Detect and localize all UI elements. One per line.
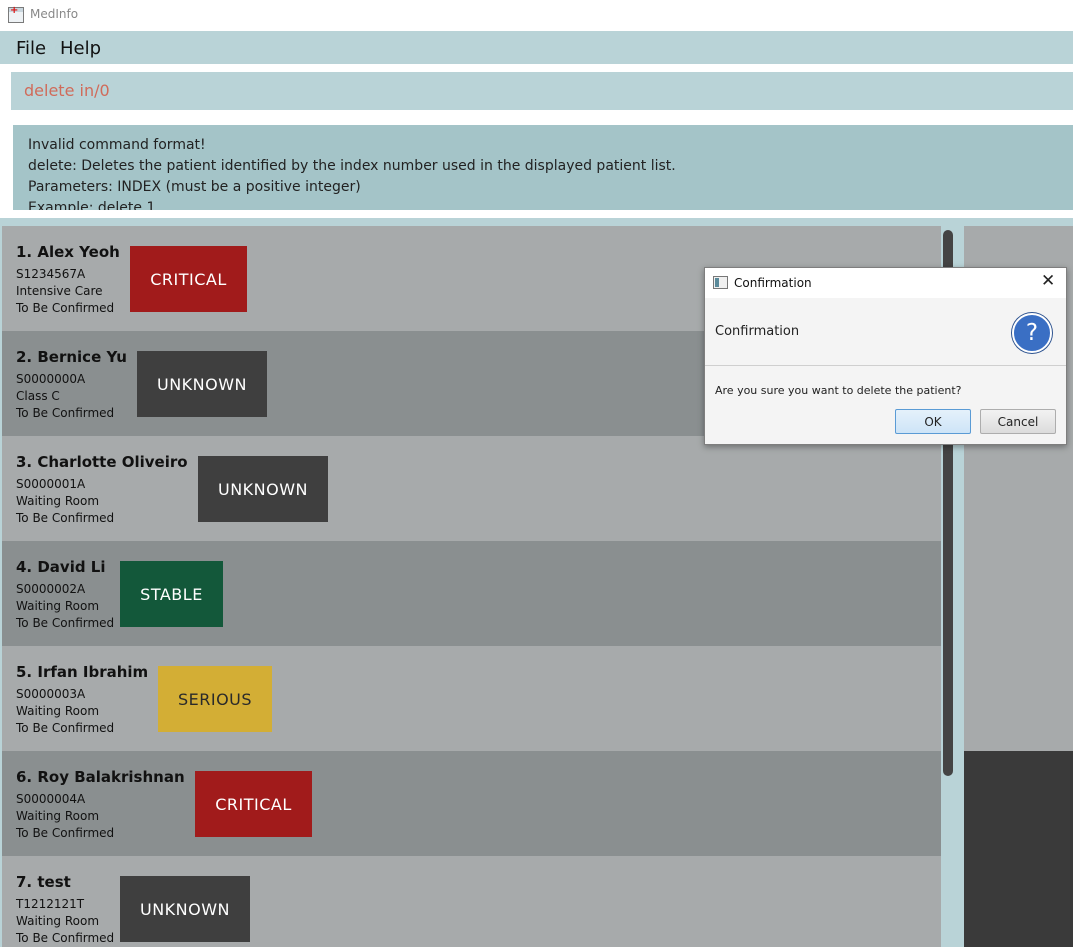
patient-card[interactable]: 4. David Li S0000002A Waiting Room To Be Co… <box>2 541 941 646</box>
patient-discharge: To Be Confirmed <box>16 301 115 315</box>
confirmation-dialog: Confirmation ✕ Confirmation ? Are you su… <box>704 267 1067 445</box>
menu-file[interactable]: File <box>16 38 46 59</box>
result-display: Invalid command format! delete: Deletes … <box>13 125 1073 210</box>
patient-name: 6. Roy Balakrishnan <box>16 768 185 786</box>
status-badge: UNKNOWN <box>137 351 267 417</box>
result-line: Parameters: INDEX (must be a positive in… <box>28 179 361 195</box>
status-badge: CRITICAL <box>195 771 312 837</box>
patient-ward: Waiting Room <box>16 809 100 823</box>
patient-ward: Class C <box>16 389 60 403</box>
ok-button[interactable]: OK <box>895 409 971 434</box>
dialog-header-text: Confirmation <box>715 324 800 339</box>
patient-card[interactable]: 6. Roy Balakrishnan S0000004A Waiting Room… <box>2 751 941 856</box>
question-icon: ? <box>1012 313 1052 353</box>
status-badge: CRITICAL <box>130 246 247 312</box>
status-badge: STABLE <box>120 561 223 627</box>
dialog-message: Are you sure you want to delete the pati… <box>715 384 962 397</box>
patient-name: 3. Charlotte Oliveiro <box>16 453 188 471</box>
patient-nric: T1212121T <box>16 897 85 911</box>
patient-discharge: To Be Confirmed <box>16 721 115 735</box>
cancel-button[interactable]: Cancel <box>980 409 1056 434</box>
result-line: Example: delete 1 <box>28 200 156 210</box>
patient-name: 1. Alex Yeoh <box>16 243 120 261</box>
menu-bar: File Help <box>0 31 1073 64</box>
patient-ward: Waiting Room <box>16 599 100 613</box>
status-badge: UNKNOWN <box>120 876 250 942</box>
patient-name: 7. test <box>16 873 71 891</box>
result-line: Invalid command format! <box>28 137 206 153</box>
patient-discharge: To Be Confirmed <box>16 511 115 525</box>
patient-discharge: To Be Confirmed <box>16 616 115 630</box>
patient-card[interactable]: 7. test T1212121T Waiting Room To Be Confir… <box>2 856 941 947</box>
patient-card[interactable]: 5. Irfan Ibrahim S0000003A Waiting Room To … <box>2 646 941 751</box>
patient-ward: Waiting Room <box>16 704 100 718</box>
window-title: MedInfo <box>30 7 79 21</box>
dialog-header: Confirmation ? <box>705 298 1066 366</box>
patient-ward: Waiting Room <box>16 914 100 928</box>
close-icon[interactable]: ✕ <box>1041 271 1055 291</box>
side-panel-bottom <box>964 751 1073 947</box>
patient-card[interactable]: 3. Charlotte Oliveiro S0000001A Waiting Ro… <box>2 436 941 541</box>
dialog-titlebar: Confirmation ✕ <box>705 268 1066 298</box>
patient-nric: S0000001A <box>16 477 86 491</box>
patient-nric: S0000003A <box>16 687 86 701</box>
menu-help[interactable]: Help <box>60 38 101 59</box>
patient-name: 5. Irfan Ibrahim <box>16 663 149 681</box>
result-line: delete: Deletes the patient identified b… <box>28 158 676 174</box>
patient-ward: Waiting Room <box>16 494 100 508</box>
dialog-title: Confirmation <box>734 276 812 290</box>
patient-name: 4. David Li <box>16 558 106 576</box>
app-icon <box>8 5 24 23</box>
status-badge: UNKNOWN <box>198 456 328 522</box>
patient-ward: Intensive Care <box>16 284 103 298</box>
patient-discharge: To Be Confirmed <box>16 826 115 840</box>
window-icon <box>713 276 728 289</box>
patient-nric: S1234567A <box>16 267 86 281</box>
command-box[interactable]: delete in/0 <box>11 72 1073 110</box>
patient-discharge: To Be Confirmed <box>16 406 115 420</box>
patient-name: 2. Bernice Yu <box>16 348 127 366</box>
status-badge: SERIOUS <box>158 666 272 732</box>
patient-nric: S0000004A <box>16 792 86 806</box>
window-titlebar: MedInfo <box>0 0 1073 30</box>
patient-nric: S0000002A <box>16 582 86 596</box>
patient-nric: S0000000A <box>16 372 86 386</box>
patient-discharge: To Be Confirmed <box>16 931 115 945</box>
command-input[interactable]: delete in/0 <box>24 81 110 100</box>
